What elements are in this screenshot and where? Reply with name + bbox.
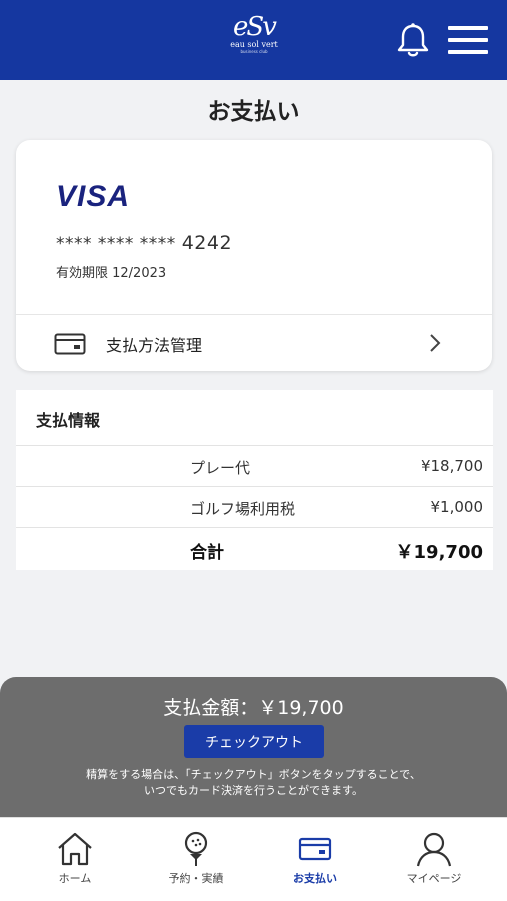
checkout-button[interactable]: チェックアウト	[184, 725, 324, 758]
card-expiry: 有効期限 12/2023	[56, 266, 167, 281]
hamburger-menu-icon[interactable]	[448, 24, 490, 56]
credit-card-panel: VISA **** **** **** 4242 有効期限 12/2023 支払…	[16, 140, 492, 371]
table-row: ゴルフ場利用税 ¥1,000	[16, 486, 493, 528]
home-icon	[58, 832, 92, 866]
app-logo[interactable]: eSv eau sol vert business club	[226, 14, 282, 62]
logo-subtext: business club	[240, 49, 268, 54]
payment-method-management-row[interactable]: 支払方法管理	[16, 315, 492, 371]
user-icon	[416, 832, 452, 867]
row-label: ゴルフ場利用税	[190, 500, 296, 518]
table-row: プレー代 ¥18,700	[16, 445, 493, 487]
payment-method-label: 支払方法管理	[106, 336, 203, 355]
total-row: 合計 ￥19,700	[16, 527, 493, 569]
checkout-panel: 支払金額：￥19,700 チェックアウト 精算をする場合は、「チェックアウト」ボ…	[0, 677, 507, 817]
card-icon	[54, 333, 86, 355]
visa-logo: VISA	[56, 180, 131, 213]
nav-item-payment[interactable]: お支払い	[252, 818, 378, 901]
row-amount: ¥18,700	[420, 457, 483, 475]
row-amount: ¥1,000	[430, 498, 484, 516]
nav-label: お支払い	[293, 872, 337, 885]
page-title: お支払い	[207, 99, 300, 125]
total-label: 合計	[190, 543, 224, 563]
bottom-nav: ホーム 予約・実績 お支払い マイページ	[0, 817, 507, 901]
payment-total: 支払金額：￥19,700	[163, 697, 344, 719]
logo-text: eau sol vert	[230, 40, 278, 49]
card-number-last4: 4242	[181, 232, 233, 254]
nav-item-reservations[interactable]: 予約・実績	[133, 818, 259, 901]
row-label: プレー代	[190, 459, 251, 477]
logo-mark: eSv	[233, 12, 277, 42]
checkout-note: 精算をする場合は、「チェックアウト」ボタンをタップすることで、 いつでもカード決…	[0, 767, 507, 799]
nav-label: ホーム	[58, 872, 92, 885]
card-number: **** **** **** 4242	[56, 232, 232, 254]
payment-info-section: 支払情報 プレー代 ¥18,700 ゴルフ場利用税 ¥1,000 合計 ￥19,…	[16, 390, 493, 570]
golf-ball-icon	[184, 831, 208, 866]
nav-label: マイページ	[406, 872, 462, 885]
total-amount: ￥19,700	[395, 542, 483, 563]
checkout-note-line: 精算をする場合は、「チェックアウト」ボタンをタップすることで、	[86, 768, 421, 781]
bell-icon[interactable]	[396, 22, 430, 58]
app-header: eSv eau sol vert business club	[0, 0, 507, 80]
chevron-right-icon	[430, 334, 441, 352]
checkout-note-line: いつでもカード決済を行うことができます。	[144, 784, 363, 797]
nav-item-home[interactable]: ホーム	[12, 818, 138, 901]
card-number-masked: **** **** ****	[56, 234, 176, 254]
card-icon	[298, 837, 332, 861]
nav-label: 予約・実績	[168, 872, 224, 885]
payment-info-title: 支払情報	[36, 411, 101, 430]
nav-item-mypage[interactable]: マイページ	[371, 818, 497, 901]
